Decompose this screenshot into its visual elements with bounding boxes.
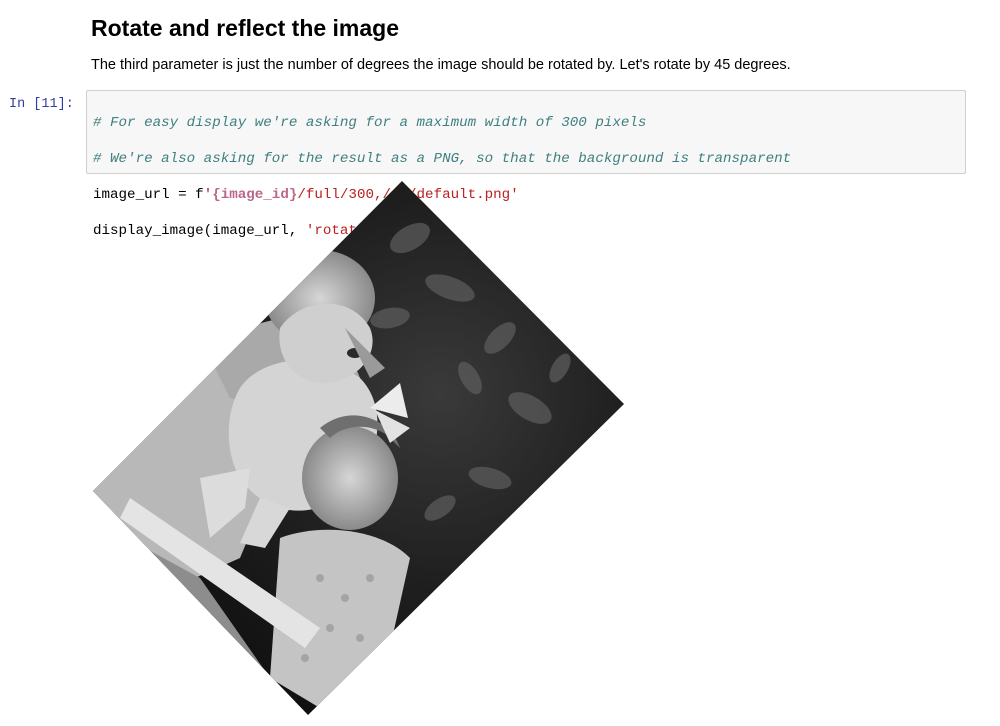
cell-output — [90, 178, 628, 718]
code-line-1: # For easy display we're asking for a ma… — [93, 114, 959, 132]
rotated-image — [93, 181, 624, 715]
description-text: The third parameter is just the number o… — [91, 57, 791, 73]
cell-prompt: In [11]: — [9, 97, 74, 112]
code-line-2: # We're also asking for the result as a … — [93, 150, 959, 168]
code-comment: # We're also asking for the result as a … — [93, 151, 792, 167]
code-comment: # For easy display we're asking for a ma… — [93, 115, 647, 131]
code-cell[interactable]: # For easy display we're asking for a ma… — [86, 90, 966, 239]
section-heading: Rotate and reflect the image — [91, 15, 400, 41]
